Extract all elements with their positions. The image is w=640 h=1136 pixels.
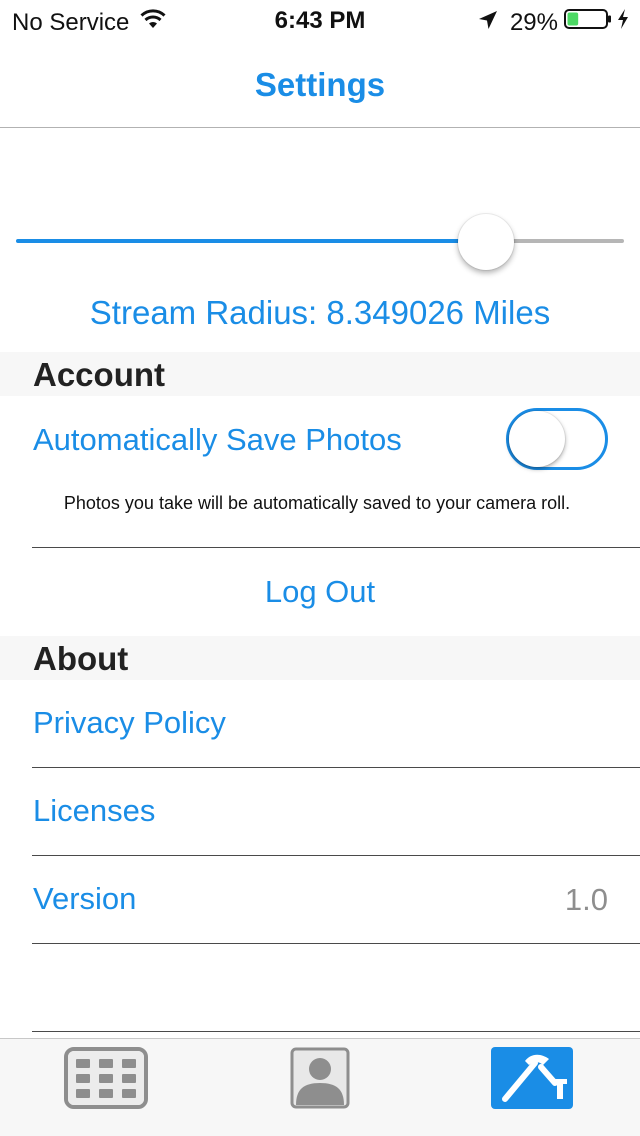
page-title: Settings [254,66,386,103]
privacy-policy-link[interactable]: Privacy Policy [33,705,226,741]
section-title-account: Account [33,356,165,393]
grid-icon [64,1047,148,1109]
auto-save-photos-label: Automatically Save Photos [33,422,402,457]
tab-profile[interactable] [290,1047,350,1109]
tab-settings[interactable] [491,1047,573,1109]
person-icon [290,1047,350,1109]
section-header-about: About [0,636,640,680]
toggle-knob [509,411,565,467]
version-value: 1.0 [564,882,608,917]
tab-bar [0,1038,640,1136]
tab-grid[interactable] [64,1047,148,1109]
divider [32,943,640,944]
status-right: 29% [478,8,630,37]
licenses-link[interactable]: Licenses [33,793,155,829]
location-arrow-icon [478,9,510,37]
divider [32,1031,640,1032]
hammer-icon [491,1047,573,1109]
slider-min-track [16,239,486,243]
battery-icon [564,8,612,37]
section-header-account: Account [0,352,640,396]
auto-save-photos-toggle[interactable] [506,408,608,470]
battery-percent: 29% [509,8,558,36]
divider [32,547,640,548]
divider [32,767,640,768]
section-title-about: About [33,640,129,677]
version-label: Version [33,881,137,916]
stream-radius-slider[interactable] [16,214,624,270]
slider-thumb[interactable] [457,214,514,270]
auto-save-note: Photos you take will be automatically sa… [63,493,571,513]
stream-radius-label: Stream Radius: 8.349026 Miles [89,294,551,331]
charging-bolt-icon [612,8,630,37]
navigation-bar: Settings [0,40,640,128]
divider [32,855,640,856]
status-bar: No Service 6:43 PM 29% [0,0,640,40]
log-out-button[interactable]: Log Out [0,574,640,610]
